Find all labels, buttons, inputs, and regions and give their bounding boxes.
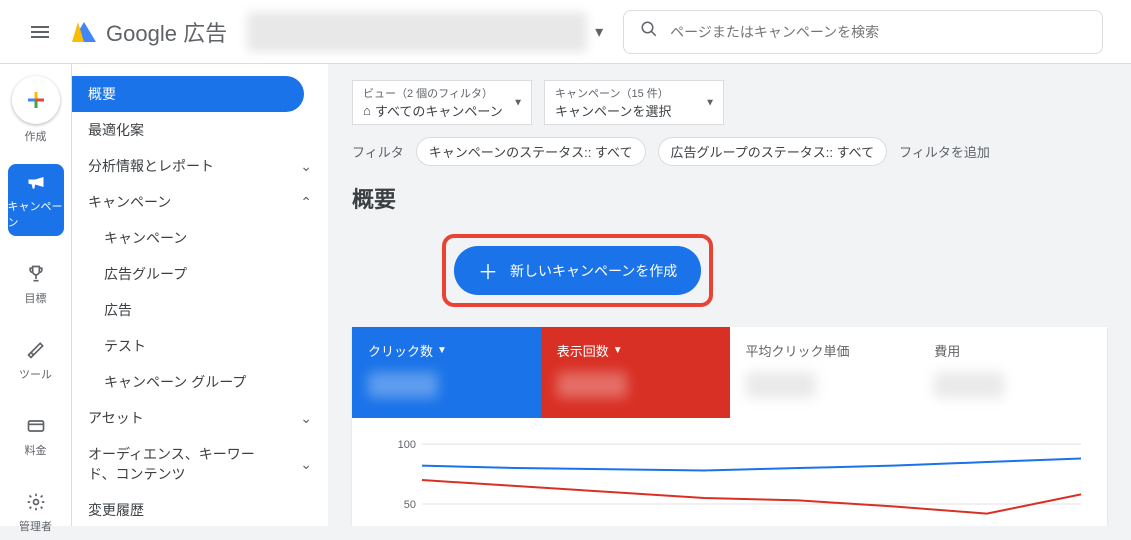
far-left-rail: 作成 キャンペーン 目標 ツール 料金 管理者 [0,64,72,526]
chevron-down-icon: ⌄ [300,456,312,473]
chevron-down-icon[interactable]: ▾ [595,22,603,42]
metric-value-redacted [934,372,1004,398]
sidebar-item-changehistory[interactable]: 変更履歴 [72,492,328,528]
sidebar-item-audiences[interactable]: オーディエンス、キーワード、コンテンツ⌄ [72,436,328,492]
new-campaign-highlight: ＋ 新しいキャンペーンを作成 [442,234,713,307]
page-title: 概要 [352,182,1107,214]
credit-card-icon [24,414,48,438]
chevron-down-icon: ▼ [705,97,715,108]
campaign-selector[interactable]: キャンペーン（15 件） キャンペーンを選択 ▼ [544,80,724,125]
create-label: 作成 [25,128,47,144]
rail-goals[interactable]: 目標 [8,256,64,312]
logo-area: Google 広告 [72,16,227,48]
tools-icon [24,338,48,362]
sidebar-sub-adgroups[interactable]: 広告グループ [72,256,328,292]
metric-value-redacted [368,372,438,398]
search-icon [640,20,658,43]
add-filter-button[interactable]: フィルタを追加 [899,142,990,161]
sidebar: 概要 最適化案 分析情報とレポート⌄ キャンペーン⌃ キャンペーン 広告グループ… [72,64,328,526]
chart-area: 50 100 [352,418,1107,526]
brand-text: Google 広告 [106,16,227,48]
metrics-row: クリック数▼ 表示回数▼ 平均クリック単価 費用 [352,327,1107,418]
google-ads-logo-icon [72,22,96,42]
trophy-icon [24,262,48,286]
header: Google 広告 ▾ [0,0,1131,64]
rail-admin[interactable]: 管理者 [8,484,64,540]
search-box[interactable] [623,10,1103,54]
filter-label: フィルタ [352,142,404,161]
metric-impressions[interactable]: 表示回数▼ [541,327,730,418]
filter-chip-adgroup-status[interactable]: 広告グループのステータス:: すべて [658,137,888,166]
new-campaign-button[interactable]: ＋ 新しいキャンペーンを作成 [454,246,701,295]
search-input[interactable] [670,24,1086,40]
rail-campaigns[interactable]: キャンペーン [8,164,64,236]
chevron-up-icon: ⌃ [300,194,312,211]
sidebar-item-assets[interactable]: アセット⌄ [72,400,328,436]
chevron-down-icon: ⌄ [300,410,312,427]
metric-value-redacted [557,372,627,398]
filter-row: フィルタ キャンペーンのステータス:: すべて 広告グループのステータス:: す… [352,137,1107,166]
chevron-down-icon: ▼ [613,345,623,356]
metric-clicks[interactable]: クリック数▼ [352,327,541,418]
sidebar-sub-campaigns[interactable]: キャンペーン [72,220,328,256]
sidebar-sub-tests[interactable]: テスト [72,328,328,364]
content-area: ビュー（2 個のフィルタ） ⌂すべてのキャンペーン ▼ キャンペーン（15 件）… [328,64,1131,526]
plus-icon: ＋ [478,256,498,285]
chevron-down-icon: ▼ [437,345,447,356]
line-chart: 50 100 [392,434,1091,526]
hamburger-menu-button[interactable] [16,8,64,56]
sidebar-item-recommendations[interactable]: 最適化案 [72,112,328,148]
svg-text:50: 50 [404,499,416,511]
home-icon: ⌂ [363,103,371,118]
sidebar-item-overview[interactable]: 概要 [72,76,304,112]
rail-billing[interactable]: 料金 [8,408,64,464]
chevron-down-icon: ▼ [513,97,523,108]
hamburger-icon [31,26,49,38]
account-selector[interactable] [247,12,587,52]
chevron-down-icon: ⌄ [300,158,312,175]
sidebar-item-campaigns[interactable]: キャンペーン⌃ [72,184,328,220]
filter-chip-campaign-status[interactable]: キャンペーンのステータス:: すべて [416,137,646,166]
metric-value-redacted [746,372,816,398]
gear-icon [24,490,48,514]
svg-text:100: 100 [398,439,416,451]
metric-cpc[interactable]: 平均クリック単価 [730,327,919,418]
create-button[interactable] [12,76,60,124]
sidebar-sub-campaign-groups[interactable]: キャンペーン グループ [72,364,328,400]
rail-tools[interactable]: ツール [8,332,64,388]
megaphone-icon [24,170,48,194]
sidebar-sub-ads[interactable]: 広告 [72,292,328,328]
metric-cost[interactable]: 費用 [918,327,1107,418]
sidebar-item-insights[interactable]: 分析情報とレポート⌄ [72,148,328,184]
view-selector[interactable]: ビュー（2 個のフィルタ） ⌂すべてのキャンペーン ▼ [352,80,532,125]
